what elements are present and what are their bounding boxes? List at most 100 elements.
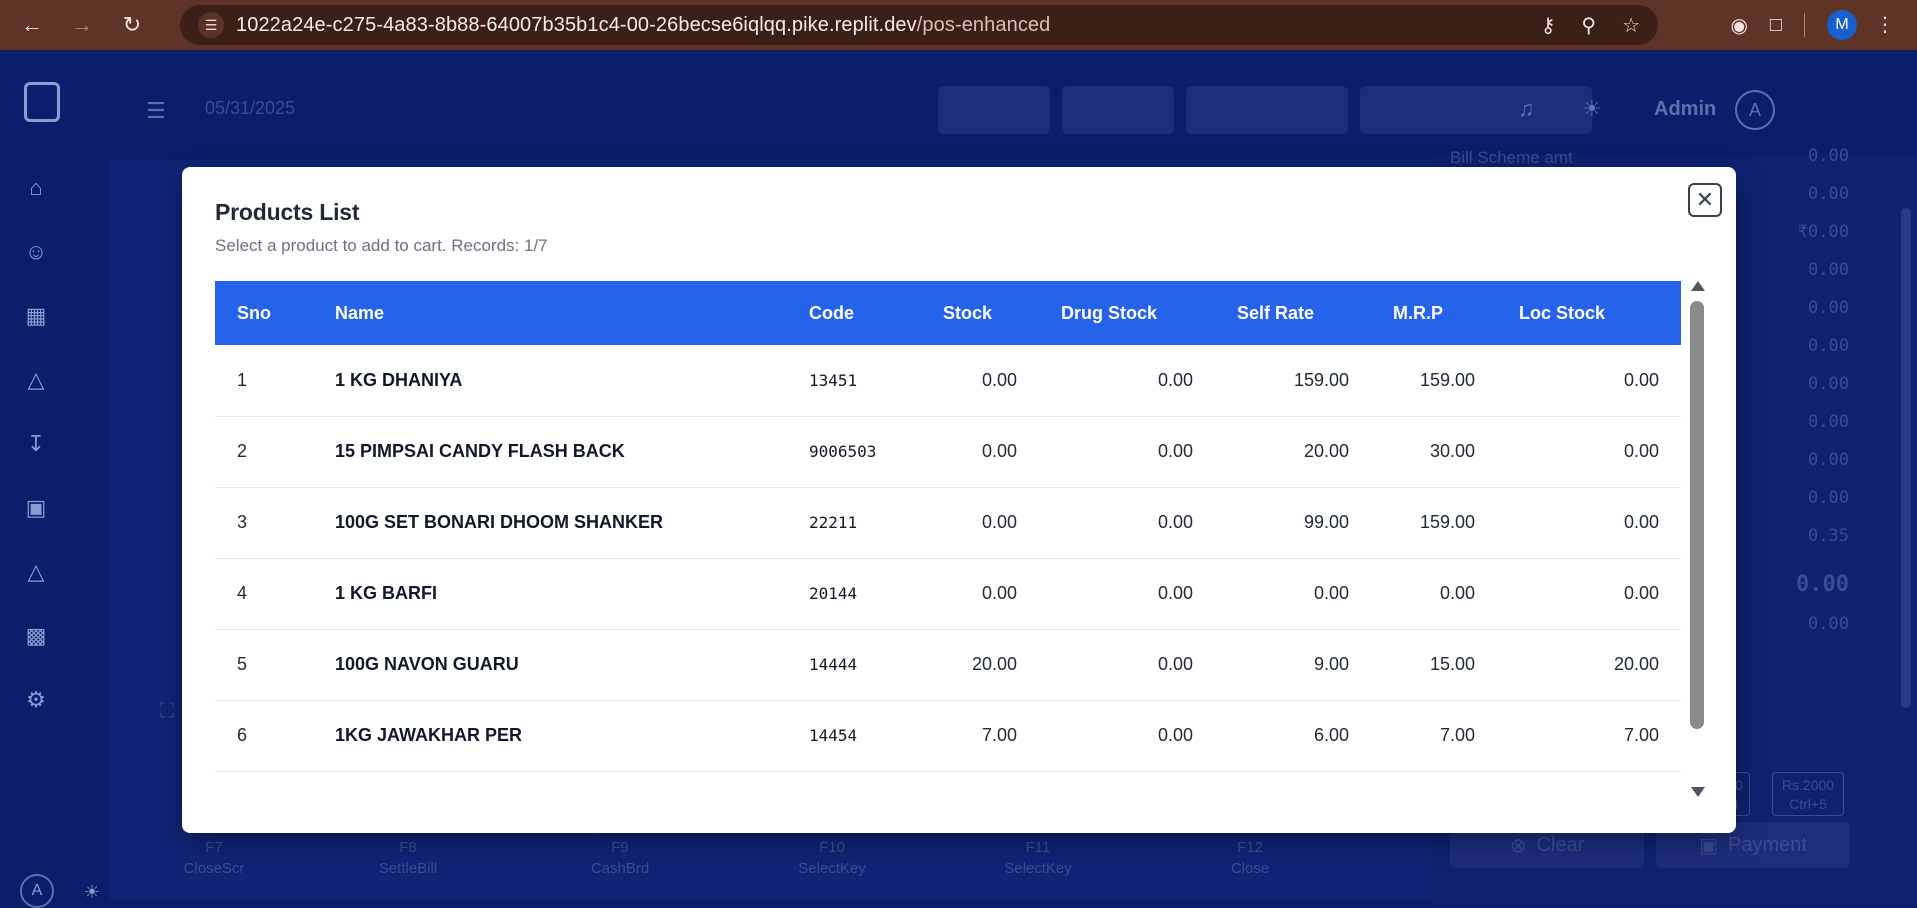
scroll-up-arrow-icon[interactable] [1691,281,1705,291]
cell-loc-stock: 20.00 [1613,654,1659,674]
notification-bell-icon[interactable]: ♫ [1518,96,1535,122]
shopping-bag-icon[interactable]: ▣ [22,494,50,522]
cell-name: 100G NAVON GUARU [335,654,519,674]
settings-gear-icon[interactable]: ⚙ [22,686,50,714]
reload-icon[interactable]: ↻ [114,7,150,43]
column-header-self-rate: Self Rate [1237,302,1315,323]
cell-drug-stock: 0.00 [1157,441,1193,461]
dialog-subtitle: Select a product to add to cart. Records… [215,236,548,255]
summary-value: 0.00 [1808,298,1849,318]
more-menu-icon[interactable]: ⋮ [1875,12,1895,37]
scroll-down-arrow-icon[interactable] [1691,787,1705,797]
column-header-sno: Sno [237,302,271,323]
cell-loc-stock: 7.00 [1623,725,1659,745]
user-icon[interactable]: ☺ [22,238,50,266]
cell-sno: 1 [237,369,248,390]
theme-sun-icon[interactable]: ☀ [78,878,106,906]
cell-code: 22211 [809,513,858,532]
credit-card-icon: ▣ [1699,834,1718,857]
cell-loc-stock: 0.00 [1623,441,1659,461]
header-button-3[interactable] [1186,86,1348,134]
column-header-stock: Stock [943,302,993,323]
header-button-4[interactable] [1360,86,1592,134]
cell-stock: 0.00 [981,369,1017,390]
table-row[interactable]: 2 15 PIMPSAI CANDY FLASH BACK 9006503 0.00 0… [215,416,1681,487]
cell-loc-stock: 0.00 [1623,512,1659,532]
password-key-icon[interactable]: ⚷ [1541,13,1556,38]
column-header-loc-stock: Loc Stock [1519,302,1606,323]
site-info-icon[interactable]: ☰ [198,12,224,38]
layout-icon[interactable]: ▦ [22,302,50,330]
cell-self-rate: 20.00 [1303,441,1349,461]
cell-drug-stock: 0.00 [1157,654,1193,674]
table-row[interactable]: 5 100G NAVON GUARU 14444 20.00 0.00 9.00 15.00… [215,629,1681,700]
clear-x-icon: ⊗ [1509,834,1527,857]
cell-loc-stock: 0.00 [1623,369,1659,390]
cell-mrp: 159.00 [1419,369,1475,390]
theme-toggle-sun-icon[interactable]: ☀ [1582,96,1602,122]
header-button-1[interactable] [938,86,1050,134]
expand-icon[interactable]: ⛶ [160,700,174,723]
panel-scrollbar[interactable] [1901,208,1911,708]
cell-drug-stock: 0.00 [1157,369,1193,390]
extensions-puzzle-icon[interactable]: □ [1770,14,1782,37]
menu-hamburger-icon[interactable]: ☰ [146,98,166,124]
cell-code: 9006503 [809,442,877,461]
column-header-drug-stock: Drug Stock [1061,302,1158,323]
zoom-icon[interactable]: ⚲ [1581,13,1596,38]
forward-arrow-icon[interactable]: → [64,7,100,43]
bottom-user-avatar[interactable]: A [20,874,54,908]
summary-value: 0.00 [1808,336,1849,356]
table-row[interactable]: 6 1KG JAWAKHAR PER 14454 7.00 0.00 6.00 7.00 7.… [215,700,1681,771]
summary-value: ₹0.00 [1797,222,1849,242]
cell-self-rate: 6.00 [1313,725,1349,745]
summary-value: 0.00 [1808,488,1849,508]
table-row[interactable]: 3 100G SET BONARI DHOOM SHANKER 22211 0.00 0… [215,487,1681,558]
bar-chart-icon[interactable]: ▩ [22,622,50,650]
admin-avatar[interactable]: A [1735,90,1775,130]
dialog-title: Products List [215,199,360,225]
cell-self-rate: 99.00 [1303,512,1349,532]
cell-drug-stock: 0.00 [1157,725,1193,745]
summary-value: 0.00 [1808,450,1849,470]
summary-value: 0.00 [1808,374,1849,394]
address-bar[interactable]: ☰ 1022a24e-c275-4a83-8b88-64007b35b1c4-0… [180,5,1658,45]
home-icon[interactable]: ⌂ [22,174,50,202]
cell-self-rate: 159.00 [1293,369,1349,390]
cell-stock: 0.00 [981,583,1017,603]
profile-avatar[interactable]: M [1827,10,1857,40]
scroll-thumb[interactable] [1690,301,1704,729]
download-icon[interactable]: ↧ [22,430,50,458]
summary-value: 0.00 [1808,412,1849,432]
admin-label: Admin [1654,98,1717,120]
box-icon[interactable]: △ [22,366,50,394]
cell-stock: 20.00 [971,654,1017,674]
url-text: 1022a24e-c275-4a83-8b88-64007b35b1c4-00-… [236,13,1051,36]
cash-chip-rs2000[interactable]: Rs.2000 Ctrl+5 [1772,772,1844,816]
cell-code: 14454 [809,726,858,745]
bookmark-star-icon[interactable]: ☆ [1622,13,1640,38]
cell-loc-stock: 0.00 [1623,583,1659,603]
cell-code: 13451 [809,370,858,390]
table-row[interactable]: 1 1 KG DHANIYA 13451 0.00 0.00 159.00 159.00 0.… [215,345,1681,416]
close-icon[interactable]: ✕ [1688,183,1722,217]
cell-mrp: 30.00 [1429,441,1475,461]
toolbar-divider [1804,13,1805,37]
cell-code: 20144 [809,584,858,603]
column-header-code: Code [809,302,854,323]
app-header: ☰ 05/31/2025 [100,50,1917,156]
grand-total: 0.00 [1796,572,1849,597]
browser-toolbar: ← → ↻ ☰ 1022a24e-c275-4a83-8b88-64007b35… [0,0,1917,50]
cell-mrp: 159.00 [1419,512,1475,532]
package-icon[interactable]: △ [22,558,50,586]
cell-sno: 5 [237,654,248,674]
back-arrow-icon[interactable]: ← [14,7,50,43]
table-row[interactable]: 4 1 KG BARFI 20144 0.00 0.00 0.00 0.00 0.00 [215,558,1681,629]
cell-sno: 2 [237,441,248,461]
table-scrollbar[interactable] [1686,281,1708,801]
cell-stock: 7.00 [981,725,1017,745]
cell-stock: 0.00 [981,512,1017,532]
cookie-icon[interactable]: ◉ [1730,13,1747,38]
cell-mrp: 7.00 [1439,725,1475,745]
header-button-2[interactable] [1062,86,1174,134]
